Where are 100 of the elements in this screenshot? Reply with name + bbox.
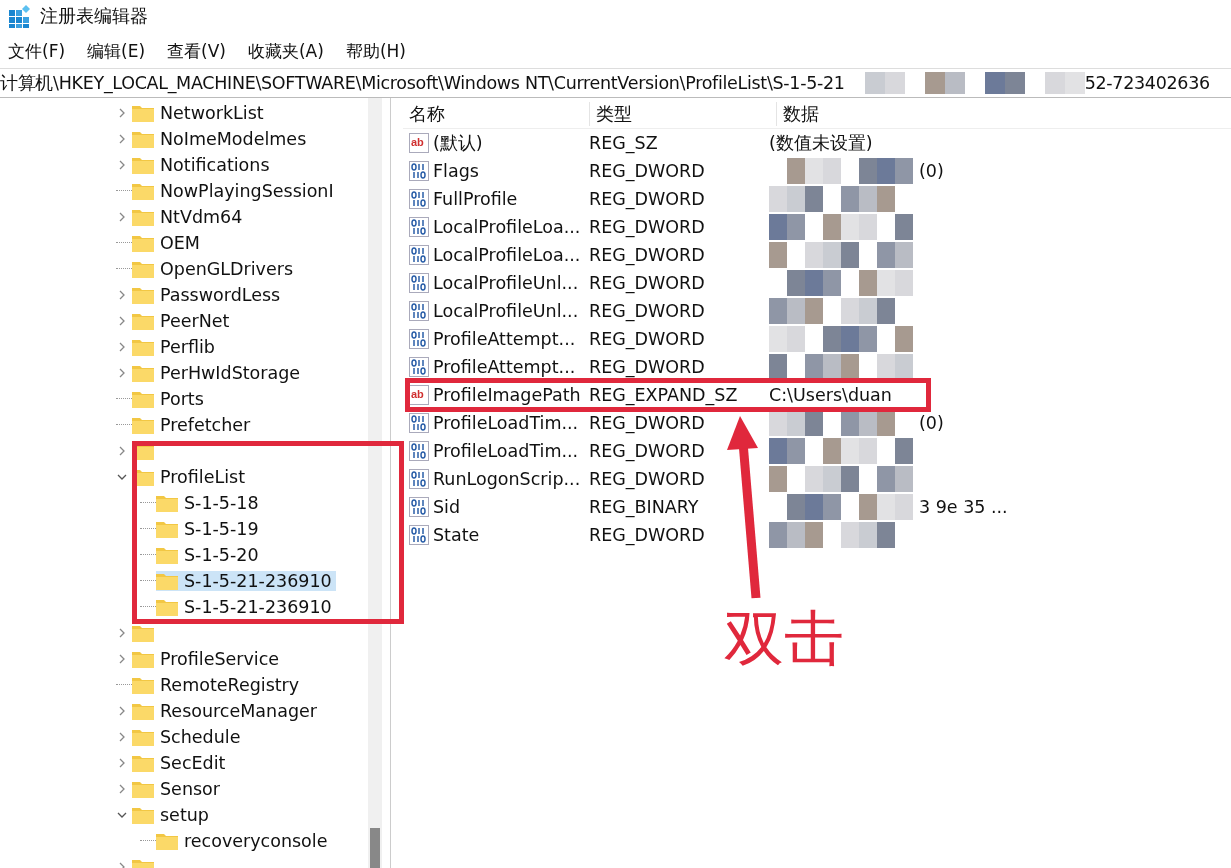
folder-icon xyxy=(132,260,154,278)
value-type: REG_DWORD xyxy=(589,357,706,377)
value-name[interactable]: Flags xyxy=(433,161,479,181)
folder-icon xyxy=(156,832,178,850)
folder-icon xyxy=(132,312,154,330)
column-header[interactable]: 数据 xyxy=(776,102,1231,126)
folder-icon xyxy=(132,364,154,382)
binary-value-icon xyxy=(409,357,429,377)
value-name[interactable]: ProfileAttempt... xyxy=(433,329,576,349)
address-path: 计算机\HKEY_LOCAL_MACHINE\SOFTWARE\Microsoft\Windows NT\CurrentVersion\ProfileList\S-1-5-21 xyxy=(0,72,845,95)
value-name[interactable]: LocalProfileLoa... xyxy=(433,245,581,265)
string-value-icon: ab xyxy=(409,133,429,153)
value-name[interactable]: State xyxy=(433,525,480,545)
value-name[interactable]: LocalProfileUnl... xyxy=(433,273,579,293)
binary-value-icon xyxy=(409,329,429,349)
tree-item[interactable]: RemoteRegistry xyxy=(132,675,304,695)
folder-icon xyxy=(132,156,154,174)
tree-item[interactable]: S-1-5-21-236910 xyxy=(156,597,336,617)
value-type: REG_EXPAND_SZ xyxy=(589,385,739,405)
tree-item[interactable]: NoImeModelmes xyxy=(132,129,311,149)
tree-item[interactable]: PasswordLess xyxy=(132,285,285,305)
tree-item[interactable]: OpenGLDrivers xyxy=(132,259,298,279)
value-name[interactable]: FullProfile xyxy=(433,189,518,209)
tree-item[interactable]: NtVdm64 xyxy=(132,207,247,227)
value-type: REG_DWORD xyxy=(589,469,706,489)
folder-icon xyxy=(132,130,154,148)
tree-item[interactable]: setup xyxy=(132,805,213,825)
registry-editor-icon xyxy=(8,4,32,28)
value-name[interactable]: LocalProfileUnl... xyxy=(433,301,579,321)
tree-item[interactable]: PerHwIdStorage xyxy=(132,363,305,383)
scrollbar-thumb[interactable] xyxy=(370,828,380,868)
value-type: REG_SZ xyxy=(589,133,659,153)
tree-item[interactable]: S-1-5-20 xyxy=(156,545,263,565)
tree-item[interactable]: Schedule xyxy=(132,727,245,747)
menu-item[interactable]: 帮助(H) xyxy=(345,39,406,63)
tree-item[interactable]: S-1-5-19 xyxy=(156,519,263,539)
value-name[interactable]: RunLogonScrip... xyxy=(433,469,581,489)
tree-item[interactable]: recoveryconsole xyxy=(156,831,332,851)
menu-item[interactable]: 编辑(E) xyxy=(87,39,146,63)
value-type: REG_DWORD xyxy=(589,189,706,209)
value-type: REG_DWORD xyxy=(589,301,706,321)
tree-item[interactable]: Perflib xyxy=(132,337,219,357)
column-header[interactable]: 类型 xyxy=(589,102,776,126)
tree-item[interactable]: SecEdit xyxy=(132,753,230,773)
menu-item[interactable]: 文件(F) xyxy=(8,39,66,63)
binary-value-icon xyxy=(409,161,429,181)
binary-value-icon xyxy=(409,245,429,265)
tree-item[interactable]: ProfileService xyxy=(132,649,284,669)
value-type: REG_DWORD xyxy=(589,441,706,461)
folder-icon xyxy=(132,754,154,772)
tree-item[interactable]: S-1-5-18 xyxy=(156,493,263,513)
binary-value-icon xyxy=(409,273,429,293)
folder-icon xyxy=(132,338,154,356)
tree-item[interactable]: Prefetcher xyxy=(132,415,255,435)
value-name[interactable]: ProfileLoadTim... xyxy=(433,413,579,433)
folder-icon xyxy=(132,702,154,720)
folder-icon xyxy=(132,676,154,694)
value-name[interactable]: LocalProfileLoa... xyxy=(433,217,581,237)
value-data: (0) xyxy=(919,413,944,433)
binary-value-icon xyxy=(409,441,429,461)
tree-item[interactable]: ProfileList xyxy=(132,467,249,487)
value-data: C:\Users\duan xyxy=(769,385,892,405)
folder-icon xyxy=(132,104,154,122)
folder-icon xyxy=(132,650,154,668)
tree-item[interactable]: Ports xyxy=(132,389,208,409)
address-path: 52-723402636 xyxy=(1084,73,1210,93)
menu-item[interactable]: 查看(V) xyxy=(167,39,226,63)
tree-item[interactable]: NetworkList xyxy=(132,103,268,123)
tree-item[interactable]: PeerNet xyxy=(132,311,234,331)
address-bar[interactable]: 计算机\HKEY_LOCAL_MACHINE\SOFTWARE\Microsoft\Windows NT\CurrentVersion\ProfileList\S-1-5-21 52-723402636 xyxy=(0,68,1231,98)
binary-value-icon xyxy=(409,525,429,545)
folder-icon xyxy=(156,520,178,538)
folder-icon xyxy=(132,208,154,226)
window-title: 注册表编辑器 xyxy=(40,4,148,28)
tree-item[interactable]: Notifications xyxy=(132,155,274,175)
tree-item[interactable]: ResourceManager xyxy=(132,701,321,721)
folder-icon xyxy=(132,416,154,434)
tree-item[interactable]: OEM xyxy=(132,233,204,253)
value-name[interactable]: ProfileImagePath xyxy=(433,385,581,405)
folder-icon xyxy=(156,598,178,616)
folder-icon xyxy=(132,624,154,642)
tree-item[interactable]: NowPlayingSessionI xyxy=(132,181,338,201)
value-type: REG_BINARY xyxy=(589,497,700,517)
value-name[interactable]: ProfileLoadTim... xyxy=(433,441,579,461)
binary-value-icon xyxy=(409,413,429,433)
tree-item[interactable]: S-1-5-21-236910 xyxy=(156,571,336,591)
folder-icon xyxy=(132,234,154,252)
value-name[interactable]: ProfileAttempt... xyxy=(433,357,576,377)
menu-item[interactable]: 收藏夹(A) xyxy=(247,39,324,63)
folder-icon xyxy=(156,546,178,564)
binary-value-icon xyxy=(409,469,429,489)
binary-value-icon xyxy=(409,189,429,209)
column-header[interactable]: 名称 xyxy=(403,102,589,126)
value-type: REG_DWORD xyxy=(589,273,706,293)
folder-icon xyxy=(132,286,154,304)
value-name[interactable]: (默认) xyxy=(433,131,483,155)
folder-icon xyxy=(132,780,154,798)
value-name[interactable]: Sid xyxy=(433,497,461,517)
tree-item[interactable]: Sensor xyxy=(132,779,224,799)
annotation-label: 双击 xyxy=(724,608,844,668)
